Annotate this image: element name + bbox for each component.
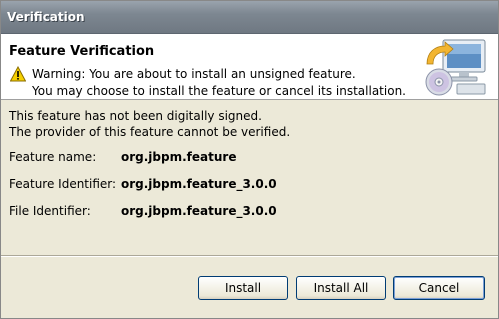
- verification-dialog: Verification Feature Verification Warnin…: [0, 0, 499, 319]
- warning-triangle-icon: [10, 66, 26, 82]
- title-bar[interactable]: Verification: [1, 1, 498, 34]
- warning-message-line1: Warning: You are about to install an uns…: [32, 67, 356, 81]
- install-disc-computer-icon: [425, 39, 486, 96]
- install-all-button[interactable]: Install All: [296, 276, 386, 300]
- warning-message-line2: You may choose to install the feature or…: [32, 84, 406, 98]
- file-identifier-value: org.jbpm.feature_3.0.0: [121, 204, 277, 218]
- signature-message: This feature has not been digitally sign…: [9, 109, 262, 123]
- feature-name-label: Feature name:: [9, 150, 97, 164]
- install-button[interactable]: Install: [198, 276, 288, 300]
- cancel-button[interactable]: Cancel: [393, 276, 485, 300]
- provider-message: The provider of this feature cannot be v…: [9, 125, 291, 139]
- button-separator: [1, 255, 498, 257]
- feature-name-value: org.jbpm.feature: [121, 150, 237, 164]
- feature-identifier-label: Feature Identifier:: [9, 177, 117, 191]
- file-identifier-label: File Identifier:: [9, 204, 91, 218]
- banner-heading: Feature Verification: [9, 44, 155, 59]
- feature-identifier-value: org.jbpm.feature_3.0.0: [121, 177, 277, 191]
- window-title: Verification: [7, 10, 85, 24]
- header-banner: Feature Verification Warning: You are ab…: [1, 34, 498, 100]
